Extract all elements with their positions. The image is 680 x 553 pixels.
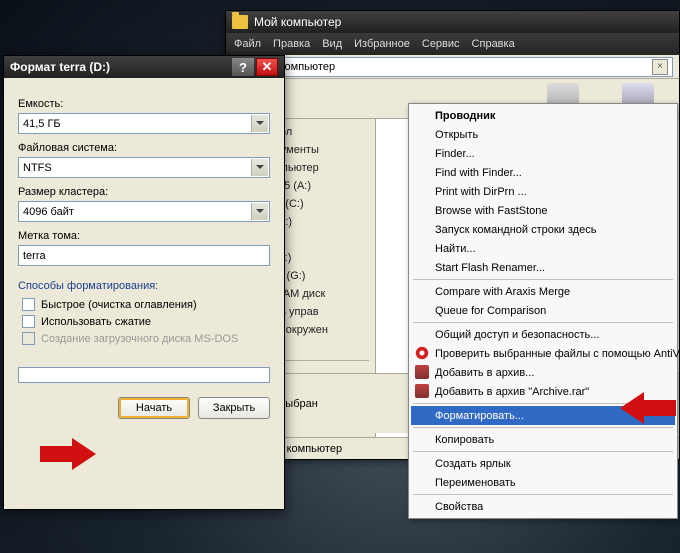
context-item[interactable]: Добавить в архив... xyxy=(411,363,675,382)
filesystem-label: Файловая система: xyxy=(18,142,270,154)
checkbox-icon xyxy=(22,332,35,345)
filesystem-dropdown[interactable]: NTFS xyxy=(18,157,270,178)
folder-icon xyxy=(232,15,248,29)
context-item[interactable]: Найти... xyxy=(411,239,675,258)
volume-label: Метка тома: xyxy=(18,230,270,242)
context-item[interactable]: Открыть xyxy=(411,125,675,144)
menu-tools[interactable]: Сервис xyxy=(422,38,460,50)
context-item[interactable]: Browse with FastStone xyxy=(411,201,675,220)
close-button[interactable]: ✕ xyxy=(256,58,278,76)
menu-view[interactable]: Вид xyxy=(322,38,342,50)
cluster-label: Размер кластера: xyxy=(18,186,270,198)
help-button[interactable]: ? xyxy=(232,58,254,76)
volume-input[interactable]: terra xyxy=(18,245,270,266)
cluster-dropdown[interactable]: 4096 байт xyxy=(18,201,270,222)
context-item[interactable]: Создать ярлык xyxy=(411,454,675,473)
context-item[interactable]: Print with DirPrn ... xyxy=(411,182,675,201)
context-item[interactable]: Queue for Comparison xyxy=(411,301,675,320)
i-av-icon xyxy=(415,346,429,360)
checkbox-icon[interactable] xyxy=(22,298,35,311)
context-item[interactable]: Запуск командной строки здесь xyxy=(411,220,675,239)
context-item[interactable]: Копировать xyxy=(411,430,675,449)
explorer-addressbar: Мой компьютер × xyxy=(226,55,679,79)
explorer-title-text: Мой компьютер xyxy=(254,15,341,29)
checkbox-icon[interactable] xyxy=(22,315,35,328)
format-titlebar[interactable]: Формат terra (D:) ? ✕ xyxy=(4,56,284,78)
close-format-button[interactable]: Закрыть xyxy=(198,397,270,419)
menu-favorites[interactable]: Избранное xyxy=(354,38,410,50)
chevron-down-icon[interactable] xyxy=(251,203,268,220)
menu-help[interactable]: Справка xyxy=(472,38,515,50)
format-title-text: Формат terra (D:) xyxy=(10,60,110,74)
quick-format-checkbox-row[interactable]: Быстрое (очистка оглавления) xyxy=(22,298,270,311)
capacity-dropdown[interactable]: 41,5 ГБ xyxy=(18,113,270,134)
format-body: Емкость: 41,5 ГБ Файловая система: NTFS … xyxy=(4,78,284,431)
msdos-checkbox-row: Создание загрузочного диска MS-DOS xyxy=(22,332,270,345)
explorer-titlebar[interactable]: Мой компьютер xyxy=(226,11,679,33)
context-item[interactable]: Переименовать xyxy=(411,473,675,492)
chevron-down-icon[interactable] xyxy=(251,115,268,132)
address-close-icon[interactable]: × xyxy=(652,59,668,75)
compression-checkbox-row[interactable]: Использовать сжатие xyxy=(22,315,270,328)
context-separator xyxy=(413,322,673,323)
i-rar-icon xyxy=(415,384,429,398)
capacity-label: Емкость: xyxy=(18,98,270,110)
menu-edit[interactable]: Правка xyxy=(273,38,310,50)
menu-file[interactable]: Файл xyxy=(234,38,261,50)
start-button[interactable]: Начать xyxy=(118,397,190,419)
context-separator xyxy=(413,494,673,495)
context-item[interactable]: Compare with Araxis Merge xyxy=(411,282,675,301)
address-field[interactable]: Мой компьютер × xyxy=(232,57,673,77)
button-row: Начать Закрыть xyxy=(18,397,270,419)
context-item[interactable]: Свойства xyxy=(411,497,675,516)
methods-label: Способы форматирования: xyxy=(18,280,270,292)
context-item[interactable]: Общий доступ и безопасность... xyxy=(411,325,675,344)
context-item[interactable]: Find with Finder... xyxy=(411,163,675,182)
context-separator xyxy=(413,279,673,280)
i-rar-icon xyxy=(415,365,429,379)
chevron-down-icon[interactable] xyxy=(251,159,268,176)
context-item[interactable]: Проверить выбранные файлы с помощью Anti… xyxy=(411,344,675,363)
context-item[interactable]: Finder... xyxy=(411,144,675,163)
context-item[interactable]: Проводник xyxy=(411,106,675,125)
context-item[interactable]: Start Flash Renamer... xyxy=(411,258,675,277)
context-separator xyxy=(413,451,673,452)
context-separator xyxy=(413,427,673,428)
progress-bar xyxy=(18,367,270,383)
explorer-menubar: Файл Правка Вид Избранное Сервис Справка xyxy=(226,33,679,55)
context-menu: ПроводникОткрытьFinder...Find with Finde… xyxy=(408,103,678,519)
